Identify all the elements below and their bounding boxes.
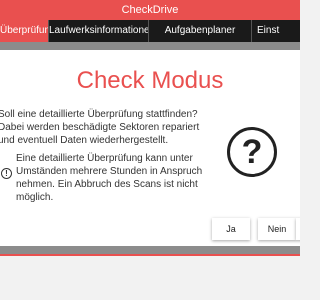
- yes-button[interactable]: Ja: [212, 218, 250, 240]
- warning-note: ! Eine detaillierte Überprüfung kann unt…: [0, 152, 220, 203]
- accent-line: [0, 254, 300, 256]
- check-mode-dialog: Check Modus Soll eine detaillierte Überp…: [0, 50, 300, 246]
- offscreen-button-edge: [296, 218, 300, 240]
- tab-ueberpruefung[interactable]: Überprüfung: [0, 20, 49, 42]
- dialog-title: Check Modus: [76, 67, 224, 94]
- tab-laufwerksinformationen[interactable]: Laufwerksinformationen: [49, 20, 149, 42]
- warning-text: Eine detaillierte Überprüfung kann unter…: [16, 153, 203, 203]
- tab-aufgabenplaner[interactable]: Aufgabenplaner: [149, 20, 252, 42]
- tab-einstellungen[interactable]: Einst: [252, 20, 300, 42]
- modal-overlay-bottom: [0, 246, 300, 254]
- exclamation-circle-icon: !: [1, 168, 12, 179]
- window-title: CheckDrive: [0, 0, 300, 20]
- app-window: CheckDrive Überprüfung Laufwerksinformat…: [0, 0, 300, 300]
- no-button[interactable]: Nein: [258, 218, 296, 240]
- question-mark-icon: ?: [227, 127, 277, 177]
- tab-bar: Überprüfung Laufwerksinformationen Aufga…: [0, 20, 300, 42]
- modal-overlay-top: [0, 42, 300, 50]
- dialog-message: Soll eine detaillierte Überprüfung statt…: [0, 109, 200, 146]
